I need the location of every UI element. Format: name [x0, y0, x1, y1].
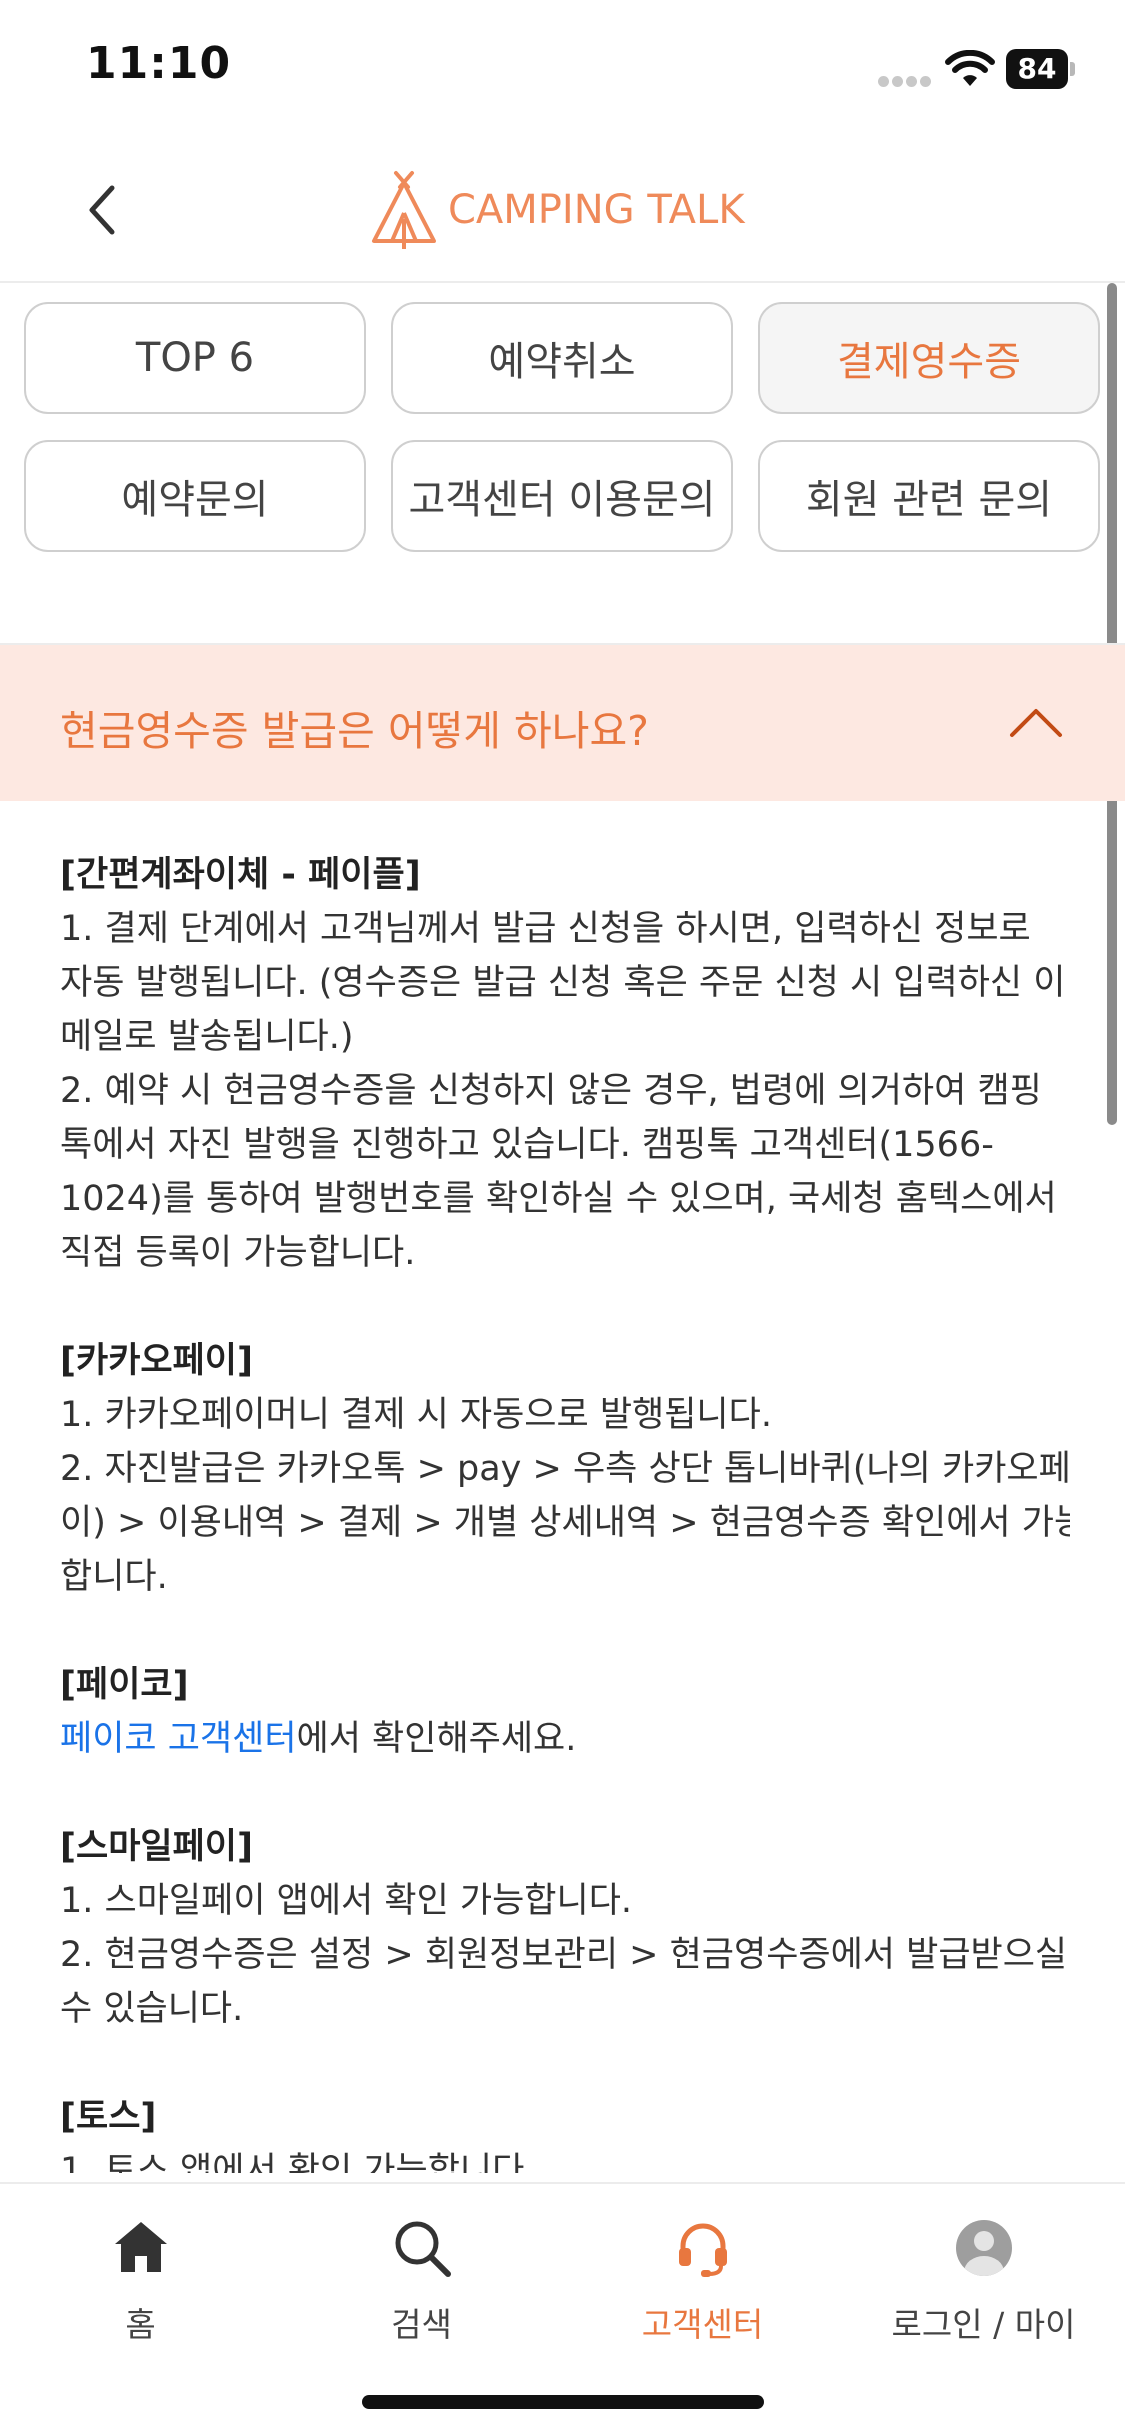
wifi-icon: [945, 50, 995, 86]
answer-text: 에서 확인해주세요.: [296, 1719, 577, 1759]
answer-section-heading: [카카오페이]: [60, 1341, 253, 1381]
home-indicator[interactable]: [362, 2395, 764, 2409]
answer-line: 메일로 발송됩니다.): [60, 1017, 354, 1057]
faq-question-header[interactable]: 현금영수증 발급은 어떻게 하나요?: [0, 643, 1125, 801]
search-icon: [395, 2221, 451, 2277]
answer-section-heading: [토스]: [60, 2097, 157, 2137]
tab-label: 검색: [391, 2305, 452, 2344]
tab-search[interactable]: 검색: [281, 2216, 562, 2346]
answer-line: 2. 자진발급은 카카오톡 > pay > 우측 상단 톱니바퀴(나의 카카오페: [60, 1449, 1070, 1489]
category-reservation-cancel-button[interactable]: 예약취소: [391, 302, 733, 414]
battery-level: 84: [1006, 49, 1068, 89]
app-header: CAMPING TALK: [0, 135, 1125, 283]
answer-section-heading: [간편계좌이체 - 페이플]: [60, 855, 421, 895]
home-icon: [114, 2222, 167, 2272]
answer-line: 톡에서 자진 발행을 진행하고 있습니다. 캠핑톡 고객센터(1566-: [60, 1125, 994, 1165]
faq-answer: [간편계좌이체 - 페이플] 1. 결제 단계에서 고객님께서 발급 신청을 하…: [60, 848, 1070, 2173]
cellular-signal-icon: [878, 72, 934, 87]
answer-line: 직접 등록이 가능합니다.: [60, 1233, 416, 1273]
chevron-up-icon[interactable]: [1008, 697, 1064, 747]
answer-section-heading: [스마일페이]: [60, 1827, 253, 1867]
tent-logo-icon: [372, 171, 436, 249]
answer-line: 1. 결제 단계에서 고객님께서 발급 신청을 하시면, 입력하신 정보로: [60, 909, 1031, 949]
payco-customer-center-link[interactable]: 페이코 고객센터: [60, 1719, 297, 1759]
answer-line: 1. 토스 앱에서 확인 가능합니다.: [60, 2151, 536, 2173]
answer-section-heading: [페이코]: [60, 1665, 189, 1705]
answer-line: 1. 카카오페이머니 결제 시 자동으로 발행됩니다.: [60, 1395, 772, 1435]
tab-customer-center[interactable]: 고객센터: [562, 2216, 843, 2346]
category-payment-receipt-button[interactable]: 결제영수증: [758, 302, 1100, 414]
answer-line: 1. 스마일페이 앱에서 확인 가능합니다.: [60, 1881, 633, 1921]
answer-line: 수 있습니다.: [60, 1989, 244, 2029]
answer-line: 페이코 고객센터에서 확인해주세요.: [60, 1712, 1070, 1766]
tab-home[interactable]: 홈: [0, 2216, 281, 2346]
tab-login-my[interactable]: 로그인 / 마이: [843, 2216, 1124, 2346]
battery-indicator: 84: [1006, 49, 1076, 89]
answer-line: 1024)를 통하여 발행번호를 확인하실 수 있으며, 국세청 홈텍스에서: [60, 1179, 1057, 1219]
faq-question-text: 현금영수증 발급은 어떻게 하나요?: [60, 707, 649, 755]
status-time: 11:10: [86, 38, 232, 89]
tab-label: 홈: [125, 2305, 156, 2344]
tab-label: 로그인 / 마이: [891, 2305, 1076, 2344]
answer-line: 2. 예약 시 현금영수증을 신청하지 않은 경우, 법령에 의거하여 캠핑: [60, 1071, 1042, 1111]
answer-line: 합니다.: [60, 1557, 168, 1597]
answer-line: 자동 발행됩니다. (영수증은 발급 신청 혹은 주문 신청 시 입력하신 이: [60, 963, 1066, 1003]
answer-line: 2. 현금영수증은 설정 > 회원정보관리 > 현금영수증에서 발급받으실: [60, 1935, 1068, 1975]
avatar-icon: [955, 2220, 1012, 2276]
headset-icon: [678, 2223, 727, 2277]
answer-line: 이) > 이용내역 > 결제 > 개별 상세내역 > 현금영수증 확인에서 가능: [60, 1503, 1070, 1543]
camping-talk-logo[interactable]: CAMPING TALK: [368, 165, 745, 255]
tab-label: 고객센터: [641, 2305, 764, 2344]
category-top6-button[interactable]: TOP 6: [24, 302, 366, 414]
status-bar: 11:10 84: [0, 0, 1125, 135]
category-customer-center-button[interactable]: 고객센터 이용문의: [391, 440, 733, 552]
back-arrow-icon[interactable]: [78, 180, 128, 240]
category-membership-button[interactable]: 회원 관련 문의: [758, 440, 1100, 552]
category-reservation-inquiry-button[interactable]: 예약문의: [24, 440, 366, 552]
logo-text: CAMPING TALK: [448, 187, 745, 233]
